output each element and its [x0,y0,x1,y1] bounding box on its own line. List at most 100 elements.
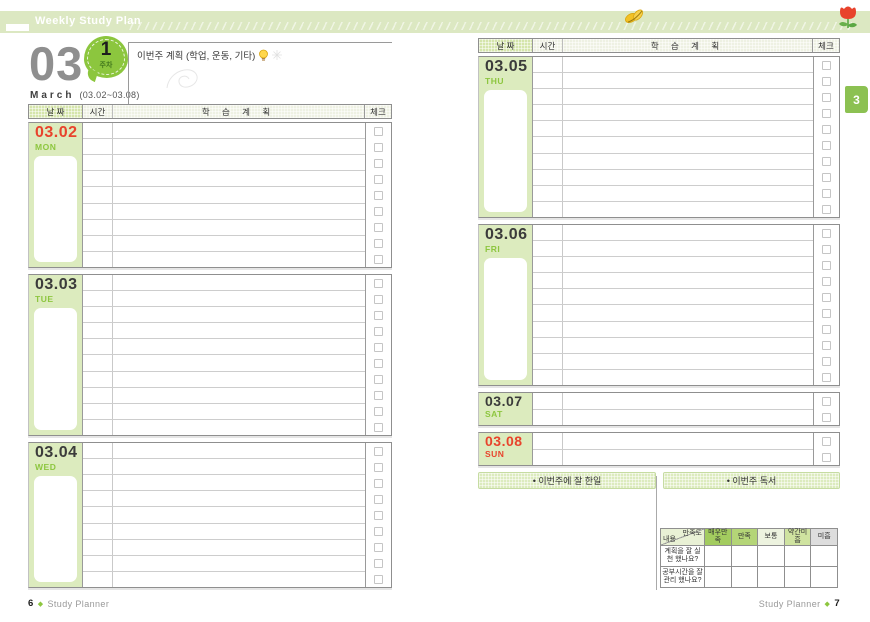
checkbox[interactable] [374,311,383,320]
time-cell[interactable] [533,57,563,72]
sat-answer-cell[interactable] [758,546,785,567]
sat-answer-cell[interactable] [732,546,759,567]
time-cell[interactable] [83,355,113,370]
checkbox[interactable] [822,93,831,102]
plan-row[interactable] [83,524,365,540]
plan-row[interactable] [83,355,365,371]
plan-cell[interactable] [563,202,813,217]
checkbox[interactable] [374,175,383,184]
time-cell[interactable] [83,507,113,522]
checkbox[interactable] [822,261,831,270]
plan-row[interactable] [533,105,813,121]
sat-answer-cell[interactable] [705,546,732,567]
plan-cell[interactable] [563,73,813,88]
plan-row[interactable] [533,305,813,321]
plan-row[interactable] [83,556,365,572]
time-cell[interactable] [533,433,563,449]
plan-row[interactable] [533,322,813,338]
time-cell[interactable] [83,491,113,506]
checkbox[interactable] [822,325,831,334]
checkbox[interactable] [374,447,383,456]
time-cell[interactable] [83,459,113,474]
time-cell[interactable] [533,137,563,152]
plan-row[interactable] [533,73,813,89]
plan-row[interactable] [83,291,365,307]
plan-row[interactable] [533,137,813,153]
plan-cell[interactable] [563,354,813,369]
checkbox[interactable] [374,423,383,432]
checkbox[interactable] [822,373,831,382]
plan-cell[interactable] [113,187,365,202]
checkbox[interactable] [822,173,831,182]
plan-row[interactable] [533,257,813,273]
plan-cell[interactable] [113,291,365,306]
plan-row[interactable] [83,459,365,475]
plan-cell[interactable] [563,257,813,272]
checkbox[interactable] [822,277,831,286]
plan-row[interactable] [83,339,365,355]
plan-row[interactable] [533,289,813,305]
time-cell[interactable] [533,338,563,353]
checkbox[interactable] [374,159,383,168]
checkbox[interactable] [822,293,831,302]
checkbox[interactable] [374,255,383,264]
plan-cell[interactable] [113,507,365,522]
plan-cell[interactable] [113,540,365,555]
time-cell[interactable] [83,404,113,419]
plan-cell[interactable] [563,105,813,120]
checkbox[interactable] [374,391,383,400]
checkbox[interactable] [822,341,831,350]
time-cell[interactable] [83,204,113,219]
time-cell[interactable] [533,225,563,240]
plan-row[interactable] [533,186,813,202]
plan-row[interactable] [83,220,365,236]
plan-row[interactable] [533,393,813,410]
plan-row[interactable] [533,57,813,73]
plan-cell[interactable] [563,338,813,353]
checkbox[interactable] [822,397,831,406]
plan-row[interactable] [533,370,813,385]
time-cell[interactable] [533,393,563,409]
time-cell[interactable] [83,388,113,403]
sat-answer-cell[interactable] [811,567,838,588]
time-cell[interactable] [533,410,563,426]
checkbox[interactable] [822,157,831,166]
plan-cell[interactable] [563,410,813,426]
time-cell[interactable] [83,524,113,539]
plan-cell[interactable] [113,475,365,490]
checkbox[interactable] [374,559,383,568]
checkbox[interactable] [822,413,831,422]
checkbox[interactable] [822,245,831,254]
plan-row[interactable] [533,354,813,370]
date-memo-box[interactable] [34,476,77,582]
checkbox[interactable] [374,207,383,216]
time-cell[interactable] [533,354,563,369]
time-cell[interactable] [83,572,113,587]
checkbox[interactable] [374,191,383,200]
checkbox[interactable] [374,279,383,288]
plan-cell[interactable] [113,355,365,370]
time-cell[interactable] [533,154,563,169]
time-cell[interactable] [533,241,563,256]
time-cell[interactable] [533,89,563,104]
plan-row[interactable] [83,187,365,203]
checkbox[interactable] [822,453,831,462]
checkbox[interactable] [822,357,831,366]
checkbox[interactable] [822,189,831,198]
checkbox[interactable] [822,125,831,134]
plan-row[interactable] [83,491,365,507]
time-cell[interactable] [83,443,113,458]
plan-cell[interactable] [563,433,813,449]
time-cell[interactable] [533,186,563,201]
plan-cell[interactable] [113,372,365,387]
checkbox[interactable] [374,143,383,152]
checkbox[interactable] [822,109,831,118]
plan-cell[interactable] [113,443,365,458]
plan-cell[interactable] [113,339,365,354]
checkbox[interactable] [822,205,831,214]
time-cell[interactable] [83,275,113,290]
plan-row[interactable] [83,572,365,587]
plan-cell[interactable] [113,155,365,170]
plan-row[interactable] [83,475,365,491]
plan-row[interactable] [533,121,813,137]
